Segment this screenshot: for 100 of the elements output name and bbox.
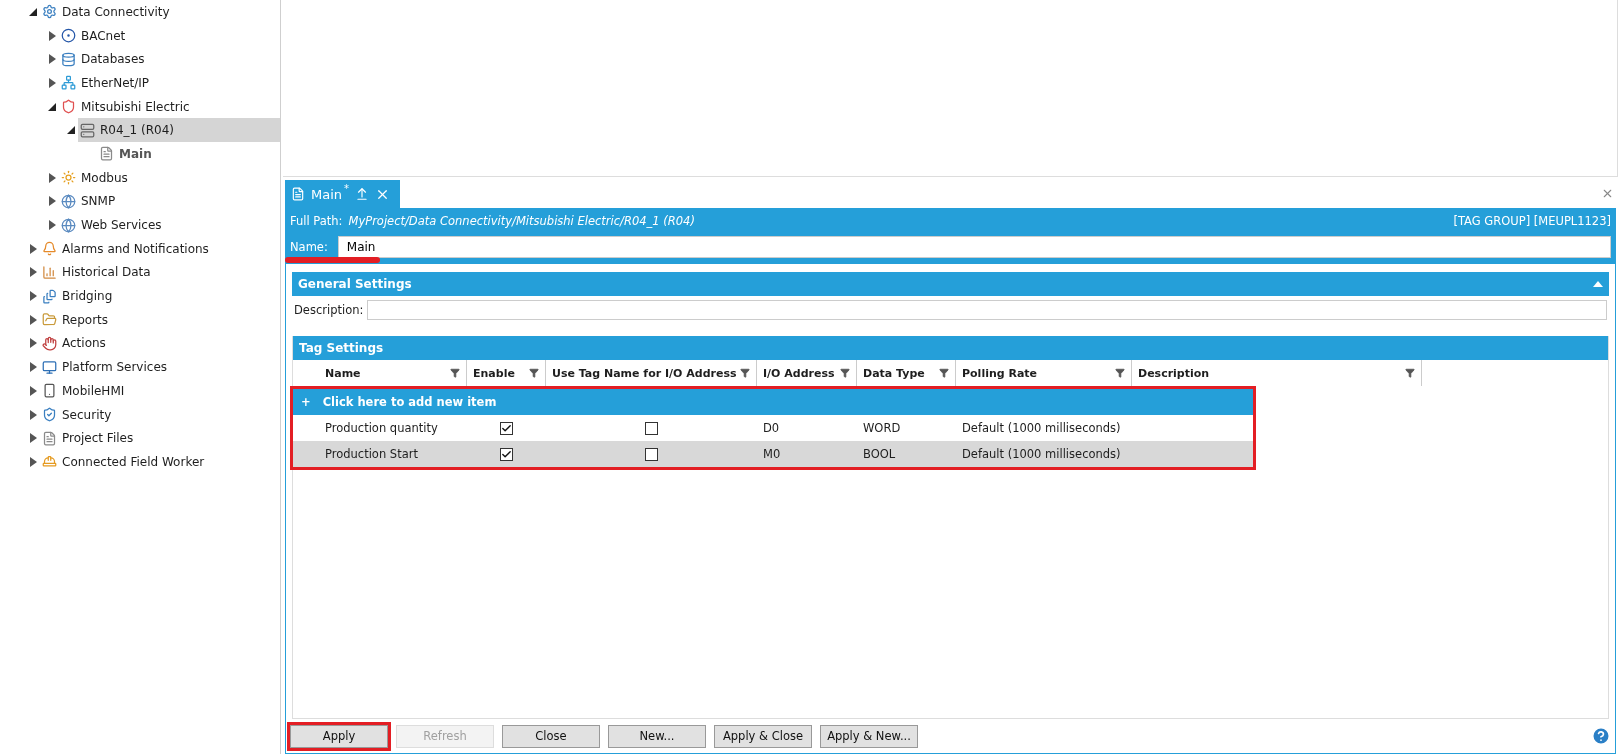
expand-arrow-icon[interactable]: [29, 243, 37, 254]
tree-node-icon: [61, 193, 76, 209]
checkbox[interactable]: [645, 421, 658, 435]
expand-arrow-icon[interactable]: [48, 172, 56, 183]
filter-icon[interactable]: [840, 368, 850, 378]
tree-item[interactable]: Alarms and Notifications: [40, 236, 280, 261]
action-button[interactable]: New...: [608, 724, 706, 748]
tree-node-icon: [61, 170, 76, 186]
column-header[interactable]: Use Tag Name for I/O Address: [546, 360, 757, 386]
action-button[interactable]: Apply & New...: [820, 724, 918, 748]
checkbox[interactable]: [645, 447, 658, 461]
action-button[interactable]: Apply & Close: [714, 724, 812, 748]
table-row[interactable]: Production Start M0 BOOL Default (1000 milliseconds): [293, 441, 1253, 467]
table-cell-text: WORD: [862, 420, 902, 437]
tree-node-icon: [61, 51, 76, 67]
expand-arrow-icon[interactable]: [29, 362, 37, 373]
action-button[interactable]: Apply: [290, 724, 388, 748]
close-icon[interactable]: [1601, 187, 1614, 200]
tree-item[interactable]: BACnet: [59, 23, 280, 48]
table-cell-text: Production Start: [324, 446, 419, 463]
column-header[interactable]: Polling Rate: [956, 360, 1132, 386]
tree-node-icon: [61, 99, 76, 115]
path-label: Full Path:: [290, 214, 343, 228]
help-icon[interactable]: [1591, 726, 1611, 746]
filter-icon[interactable]: [1115, 368, 1125, 378]
modified-mark: *: [344, 183, 350, 194]
name-field[interactable]: Main: [337, 236, 1611, 258]
collapse-arrow-icon[interactable]: [48, 102, 56, 111]
column-header[interactable]: Description: [1132, 360, 1422, 386]
checkbox[interactable]: [500, 447, 513, 461]
tree-item[interactable]: Security: [40, 402, 280, 427]
table-cell-text: Production quantity: [324, 420, 439, 437]
expand-arrow-icon[interactable]: [29, 291, 37, 302]
tree-item[interactable]: Project Files: [40, 426, 280, 451]
tree-node-icon: [42, 241, 57, 257]
item-info: [TAG GROUP] [MEUPL1123]: [1453, 214, 1611, 228]
tree-item[interactable]: SNMP: [59, 189, 280, 214]
tree-item[interactable]: Platform Services: [40, 355, 280, 379]
column-header[interactable]: I/O Address: [757, 360, 857, 386]
filter-icon[interactable]: [939, 368, 949, 378]
column-header[interactable]: Data Type: [857, 360, 956, 386]
column-header[interactable]: Name: [319, 360, 467, 386]
collapse-arrow-icon[interactable]: [67, 126, 75, 135]
tree-node-icon: [42, 430, 57, 446]
description-label: Description:: [294, 303, 364, 317]
expand-arrow-icon[interactable]: [48, 30, 56, 41]
expand-arrow-icon[interactable]: [29, 433, 37, 444]
tree-item[interactable]: Reports: [40, 307, 280, 332]
tree-node-icon: [80, 122, 95, 138]
tree-item[interactable]: Web Services: [59, 213, 280, 237]
name-label: Name:: [290, 240, 328, 254]
filter-icon[interactable]: [529, 368, 539, 378]
expand-arrow-icon[interactable]: [29, 456, 37, 467]
expand-arrow-icon[interactable]: [29, 385, 37, 396]
tree-item[interactable]: Actions: [40, 331, 280, 356]
tree-item[interactable]: Connected Field Worker: [40, 450, 280, 474]
collapse-arrow-icon[interactable]: [29, 7, 37, 16]
filter-icon[interactable]: [1405, 368, 1415, 378]
filter-icon[interactable]: [450, 368, 460, 378]
tree-item[interactable]: Historical Data: [40, 260, 280, 285]
table-cell-text: Default (1000 milliseconds): [961, 446, 1122, 463]
tree-node-icon: [42, 4, 57, 20]
tree-node-icon: [42, 335, 57, 351]
table-cell-text: M0: [762, 446, 782, 463]
expand-arrow-icon[interactable]: [29, 267, 37, 278]
action-button[interactable]: Close: [502, 724, 600, 748]
tree-item[interactable]: Modbus: [59, 165, 280, 190]
tree-item[interactable]: R04_1 (R04): [78, 118, 280, 143]
checkbox[interactable]: [500, 421, 513, 435]
tree-node-icon: [61, 75, 76, 91]
tree-node-icon: [61, 28, 76, 44]
filter-icon[interactable]: [740, 368, 750, 378]
tree-node-icon: [42, 383, 57, 399]
expand-arrow-icon[interactable]: [48, 220, 56, 231]
tree-node-icon: [42, 312, 57, 328]
section-header: Tag Settings: [293, 336, 1608, 360]
tree-item[interactable]: Data Connectivity: [40, 0, 280, 24]
collapse-icon[interactable]: [1593, 281, 1603, 287]
tree-node-icon: [42, 407, 57, 423]
table-cell-text: BOOL: [862, 446, 897, 463]
expand-arrow-icon[interactable]: [29, 314, 37, 325]
tree-node-icon: [99, 146, 114, 162]
tree-item[interactable]: Databases: [59, 47, 280, 72]
tree-node-icon: [42, 454, 57, 470]
path-text: MyProject/Data Connectivity/Mitsubishi Electric/R04_1 (R04): [348, 214, 696, 228]
expand-arrow-icon[interactable]: [48, 77, 56, 88]
file-icon: [291, 187, 305, 201]
column-header[interactable]: Enable: [467, 360, 546, 386]
description-field[interactable]: [367, 300, 1607, 320]
table-cell-text: Default (1000 milliseconds): [961, 420, 1122, 437]
tree-item[interactable]: Bridging: [40, 284, 280, 308]
tree-item[interactable]: Mitsubishi Electric: [59, 94, 280, 119]
expand-arrow-icon[interactable]: [48, 54, 56, 65]
expand-arrow-icon[interactable]: [29, 409, 37, 420]
tree-node-icon: [42, 288, 57, 304]
tree-item[interactable]: EtherNet/IP: [59, 71, 280, 95]
tree-item[interactable]: MobileHMI: [40, 379, 280, 403]
expand-arrow-icon[interactable]: [48, 196, 56, 207]
expand-arrow-icon[interactable]: [29, 338, 37, 349]
tree-item[interactable]: Main: [97, 142, 280, 166]
